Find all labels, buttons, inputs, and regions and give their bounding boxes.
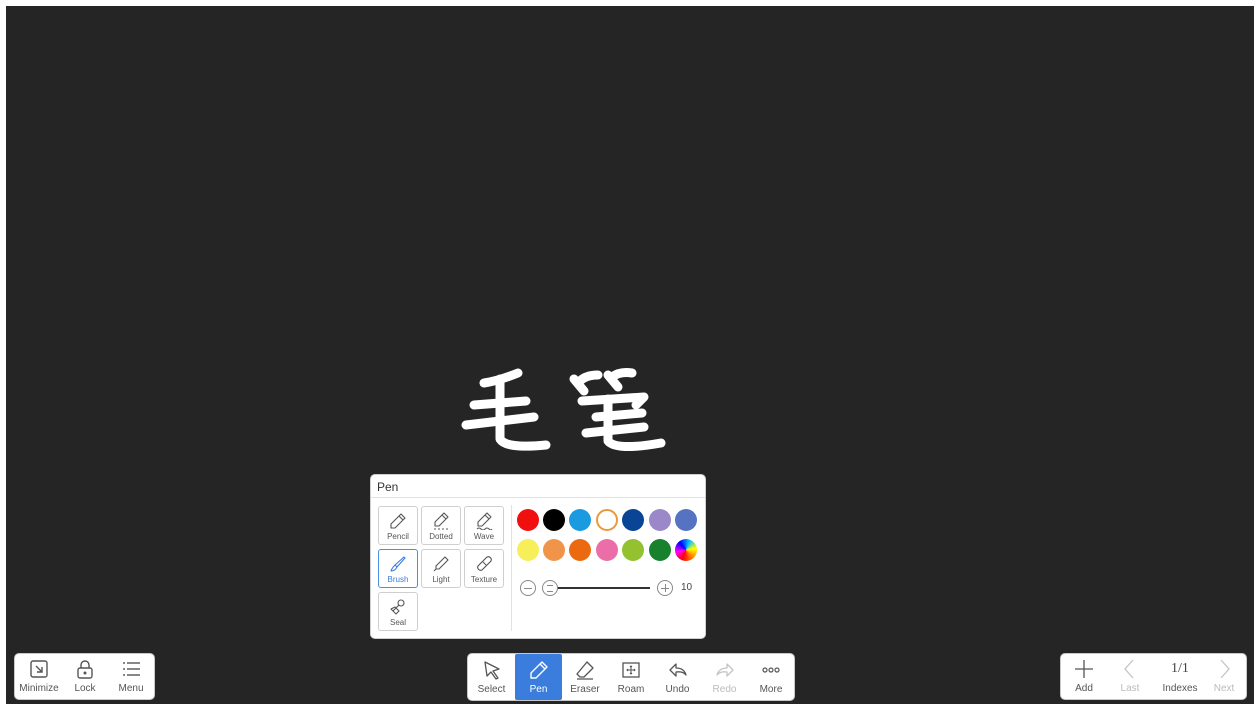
- add-label: Add: [1075, 683, 1093, 694]
- size-increase-button[interactable]: [657, 580, 673, 596]
- indexes-label: Indexes: [1162, 683, 1198, 694]
- pen-type-pencil[interactable]: Pencil: [378, 506, 418, 545]
- select-button[interactable]: Select: [468, 654, 515, 700]
- color-swatch[interactable]: [675, 509, 697, 531]
- pen-type-light[interactable]: Light: [421, 549, 461, 588]
- grip-lines-icon: [547, 585, 553, 592]
- color-swatch-gradient[interactable]: [675, 539, 697, 561]
- chevron-left-icon: [1124, 659, 1134, 679]
- minimize-label: Minimize: [19, 683, 59, 694]
- next-page-button[interactable]: Next: [1203, 658, 1245, 695]
- pen-type-label: Texture: [470, 575, 498, 584]
- size-slider-track[interactable]: [554, 587, 650, 589]
- next-label: Next: [1213, 683, 1235, 694]
- color-swatch[interactable]: [569, 539, 591, 561]
- color-swatch[interactable]: [517, 539, 539, 561]
- undo-button[interactable]: Undo: [654, 654, 701, 700]
- last-label: Last: [1120, 683, 1140, 694]
- pen-popup-divider: [371, 497, 705, 498]
- last-page-button[interactable]: Last: [1109, 658, 1151, 695]
- brush-icon: [390, 556, 406, 572]
- size-decrease-button[interactable]: [520, 580, 536, 596]
- more-icon: [762, 667, 780, 673]
- pen-type-texture[interactable]: Texture: [464, 549, 504, 588]
- minimize-icon: [30, 660, 48, 678]
- brush-ink-strokes: [461, 368, 666, 451]
- menu-icon: [123, 662, 140, 676]
- pen-type-label: Wave: [473, 532, 495, 541]
- color-swatch[interactable]: [596, 539, 618, 561]
- indexes-button[interactable]: 1/1 Indexes: [1155, 658, 1205, 695]
- select-arrow-icon: [483, 661, 500, 680]
- color-swatch[interactable]: [543, 539, 565, 561]
- color-swatch[interactable]: [622, 509, 644, 531]
- color-swatch[interactable]: [649, 509, 671, 531]
- menu-button[interactable]: Menu: [109, 658, 153, 695]
- pen-type-wave[interactable]: Wave: [464, 506, 504, 545]
- pen-type-label: Seal: [389, 618, 406, 627]
- color-swatch[interactable]: [543, 509, 565, 531]
- redo-label: Redo: [712, 684, 737, 695]
- pen-type-label: Brush: [387, 575, 409, 584]
- whiteboard-app: Minimize Lock Menu Select Pen Eraser Roa…: [0, 0, 1254, 704]
- page-indicator: 1/1: [1171, 661, 1189, 676]
- roam-button[interactable]: Roam: [608, 654, 654, 700]
- chevron-right-icon: [1220, 659, 1230, 679]
- dotted-pen-icon: [434, 512, 449, 530]
- color-swatch[interactable]: [649, 539, 671, 561]
- size-slider-thumb[interactable]: [542, 580, 558, 596]
- redo-button[interactable]: Redo: [701, 654, 748, 700]
- pen-type-brush[interactable]: Brush: [378, 549, 418, 588]
- lock-button[interactable]: Lock: [63, 658, 107, 695]
- eraser-button[interactable]: Eraser: [562, 654, 608, 700]
- menu-label: Menu: [118, 683, 144, 694]
- pen-popup-column-divider: [511, 505, 512, 631]
- lock-icon: [77, 660, 93, 679]
- pen-type-label: Light: [432, 575, 450, 584]
- color-swatch[interactable]: [517, 509, 539, 531]
- pen-label: Pen: [529, 684, 548, 695]
- eraser-label: Eraser: [570, 684, 600, 695]
- undo-icon: [668, 663, 687, 677]
- more-button[interactable]: More: [748, 654, 794, 700]
- pen-icon: [529, 661, 548, 679]
- plus-icon-vertical: [664, 584, 666, 592]
- add-page-button[interactable]: Add: [1063, 658, 1105, 695]
- pen-type-label: Pencil: [387, 532, 409, 541]
- minimize-button[interactable]: Minimize: [17, 658, 61, 695]
- left-toolbar: Minimize Lock Menu: [15, 654, 154, 699]
- color-swatch-selected[interactable]: [596, 509, 618, 531]
- pen-button[interactable]: Pen: [515, 654, 562, 700]
- more-label: More: [759, 684, 783, 695]
- roam-icon: [622, 662, 640, 678]
- light-pen-icon: [433, 556, 449, 572]
- color-swatch[interactable]: [569, 509, 591, 531]
- roam-label: Roam: [617, 684, 645, 695]
- texture-pen-icon: [477, 556, 492, 571]
- minus-icon: [524, 587, 532, 589]
- pen-type-label: Dotted: [429, 532, 453, 541]
- eraser-icon: [576, 661, 594, 680]
- select-label: Select: [477, 684, 506, 695]
- pen-popup-title: Pen: [377, 480, 399, 494]
- right-toolbar: Add Last 1/1 Indexes Next: [1061, 654, 1246, 699]
- pen-type-seal[interactable]: Seal: [378, 592, 418, 631]
- lock-label: Lock: [74, 683, 96, 694]
- plus-icon: [1075, 660, 1093, 678]
- main-toolbar: Select Pen Eraser Roam Undo Redo More: [468, 654, 794, 700]
- color-swatch[interactable]: [622, 539, 644, 561]
- pencil-icon: [390, 513, 406, 529]
- seal-icon: [390, 599, 405, 615]
- wave-pen-icon: [476, 512, 493, 530]
- size-value: 10: [681, 582, 693, 593]
- pen-type-dotted[interactable]: Dotted: [421, 506, 461, 545]
- undo-label: Undo: [665, 684, 690, 695]
- redo-icon: [715, 663, 734, 677]
